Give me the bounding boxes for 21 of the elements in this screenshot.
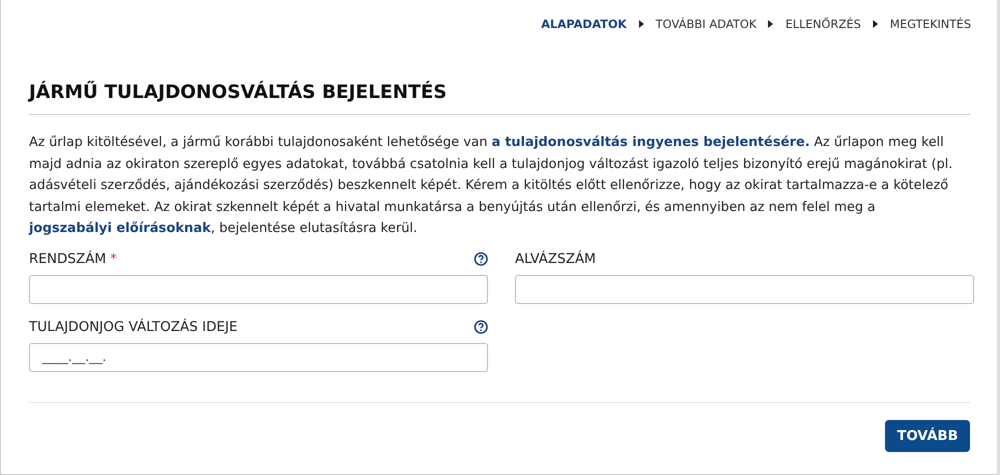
input-field[interactable]: [29, 274, 488, 304]
page-title: JÁRMŰ TULAJDONOSVÁLTÁS BEJELENTÉS: [29, 82, 970, 115]
intro-text: Az űrlap kitöltésével, a jármű korábbi tulajdonosaként lehetősége van a tulajdonosváltás ingyenes bejelentésére. Az űrlapon meg kell majd adnia az okiraton szereplő egyes adatokat, továbbá csatolnia kell a tulajdonjog változást igazoló teljes bizonyító erejű magánokirat (pl. adásvételi szerződés, ajándékozási szerződés) beszkennelt képét. Kérem a kitöltés előtt ellenőrizze, hogy az okirat tartalmazza-e a kötelező tartalmi elemeket. Az okirat szkennelt képét a hivatal munkatársa a benyújtás után ellenőrzi, és amennyiben az nem felel meg a jogszabályi előírásoknak, bejelentése elutasításra kerül.: [29, 134, 954, 238]
help-icon[interactable]: [474, 320, 488, 334]
required-mark: *: [110, 250, 117, 266]
field-label: TULAJDONJOG VÁLTOZÁS IDEJE: [29, 318, 238, 334]
field-label: RENDSZÁM: [29, 250, 106, 266]
field-label: ALVÁZSZÁM: [515, 250, 596, 266]
arrow-icon: [638, 20, 644, 28]
input-field[interactable]: [515, 274, 974, 304]
arrow-icon: [768, 20, 774, 28]
help-icon[interactable]: [474, 252, 488, 266]
arrow-icon: [872, 20, 878, 28]
input-field[interactable]: ____.__.__.: [29, 342, 488, 372]
link[interactable]: a tulajdonosváltás ingyenes bejelentésére.: [492, 135, 810, 150]
step-tab[interactable]: ELLENŐRZÉS: [785, 17, 861, 31]
step-tab[interactable]: ALAPADATOK: [541, 17, 627, 31]
link[interactable]: jogszabályi előírásoknak: [29, 221, 211, 236]
step-tab[interactable]: TOVÁBBI ADATOK: [656, 17, 756, 31]
next-button[interactable]: TOVÁBB: [885, 420, 970, 452]
step-tab[interactable]: MEGTEKINTÉS: [890, 17, 971, 31]
